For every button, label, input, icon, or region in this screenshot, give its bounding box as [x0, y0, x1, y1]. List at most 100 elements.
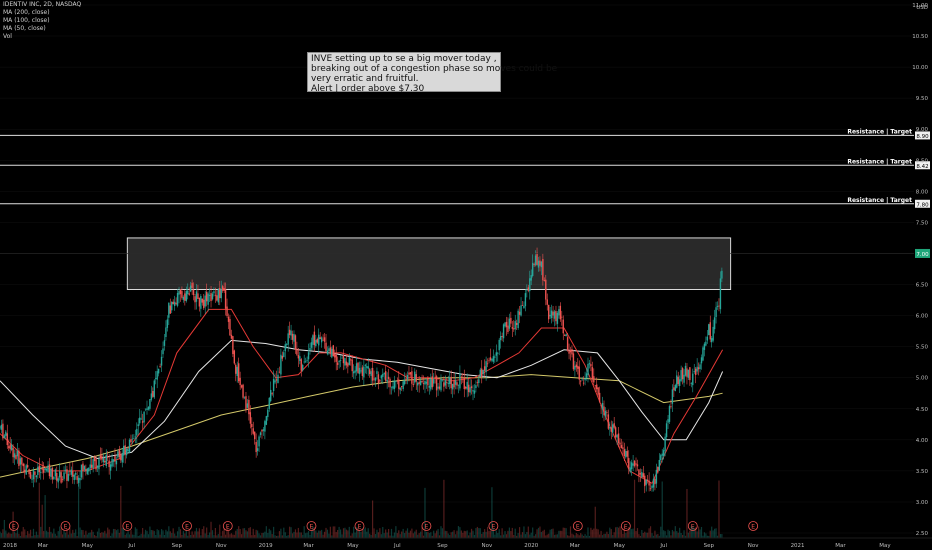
candle-body [366, 366, 368, 368]
candle-body [537, 260, 540, 268]
volume-bar [371, 500, 374, 538]
candle-body [630, 462, 633, 470]
candle-body [82, 463, 84, 472]
volume-bar [409, 530, 412, 538]
volume-bar [428, 533, 430, 538]
legend-ma100[interactable]: MA (100, close) [3, 17, 81, 25]
volume-bar [18, 533, 20, 538]
candle-body [22, 463, 24, 467]
candle-body [441, 379, 444, 381]
candle-body [111, 458, 113, 467]
y-tick-label: 9.50 [916, 96, 929, 102]
candle-body [629, 467, 631, 472]
candle-body [227, 316, 230, 322]
volume-bar [559, 530, 561, 538]
candle-body [555, 311, 557, 322]
volume-bar [172, 528, 174, 538]
candle-body [163, 340, 166, 346]
candle-body [86, 468, 89, 474]
candle-body [339, 360, 342, 361]
volume-bar [562, 527, 564, 538]
y-tick-label: 10.00 [912, 65, 928, 71]
candle-body [118, 449, 121, 458]
volume-bar [342, 528, 345, 538]
volume-bar [136, 528, 138, 538]
candle-body [160, 356, 163, 366]
volume-bar [379, 528, 381, 538]
volume-bar [363, 528, 365, 538]
candle-body [213, 291, 215, 294]
candle-body [481, 368, 483, 377]
volume-bar [195, 527, 198, 538]
candle-body [175, 302, 177, 305]
candle-body [347, 363, 349, 367]
volume-bar [502, 534, 505, 538]
x-axis[interactable]: 2018 Mar May Jul Sep Nov 2019 Mar May Jul Sep Nov 20… [0, 537, 932, 549]
volume-bar [524, 534, 527, 538]
candle-body [396, 380, 399, 382]
volume-bar [673, 531, 675, 538]
volume-bar [657, 534, 659, 538]
volume-bar [393, 532, 396, 538]
volume-bar [377, 532, 380, 538]
candle-body [697, 367, 700, 370]
volume-bar [610, 529, 612, 538]
candle-body [646, 479, 649, 482]
volume-bar [564, 527, 566, 538]
volume-bar [456, 530, 458, 538]
volume-bar [401, 531, 403, 538]
volume-bar [59, 526, 61, 538]
candle-body [453, 380, 455, 388]
candle-body [166, 319, 169, 328]
volume-bar [44, 495, 46, 538]
volume-bar [118, 532, 120, 538]
volume-bar [721, 534, 723, 538]
volume-bar [341, 534, 343, 538]
volume-bar [587, 527, 589, 538]
volume-bar [572, 534, 575, 538]
legend-ma200[interactable]: MA (200, close) [3, 9, 81, 17]
volume-bar [101, 532, 103, 538]
x-tick-label: Jul [127, 543, 135, 549]
volume-bar [683, 530, 685, 538]
candle-body [620, 445, 623, 449]
candle-body [320, 337, 323, 343]
candle-body [703, 343, 706, 350]
candle-body [357, 362, 359, 374]
volume-bar [210, 521, 212, 538]
legend-ma50[interactable]: MA (50, close) [3, 25, 81, 33]
candle-body [607, 414, 610, 429]
volume-bar [108, 529, 110, 538]
candle-body [626, 451, 628, 457]
candle-body [197, 293, 199, 299]
candle-body [133, 438, 135, 440]
volume-bar [667, 529, 669, 538]
earnings-markers[interactable]: EEEEEEEEEEEEE [8, 521, 759, 531]
volume-bar [478, 528, 480, 538]
candle-body [313, 331, 316, 346]
candle-body [89, 464, 91, 469]
x-tick-label: May [614, 543, 626, 549]
legend-vol[interactable]: Vol [3, 33, 81, 41]
volume-bar [179, 529, 182, 538]
volume-bar [680, 532, 682, 538]
candle-body [390, 386, 393, 388]
candle-body [26, 465, 29, 468]
candle-body [194, 296, 196, 303]
candle-body [332, 345, 334, 357]
symbol-title[interactable]: IDENTIV INC, 2D, NASDAQ [3, 1, 81, 9]
candle-body [315, 340, 317, 347]
candle-body [687, 369, 690, 378]
candle-body [284, 344, 286, 352]
candle-body [521, 305, 524, 306]
candle-body [211, 293, 214, 300]
volume-bar [619, 526, 621, 538]
annotation-note[interactable]: INVE setting up to se a big mover today … [307, 52, 557, 94]
candle-body [296, 348, 298, 355]
volume-bar [622, 533, 624, 538]
candle-body [323, 337, 326, 342]
candle-body [402, 381, 404, 390]
indicator-legend[interactable]: IDENTIV INC, 2D, NASDAQ MA (200, close) … [3, 1, 81, 41]
volume-bar [206, 527, 208, 538]
volume-bar [268, 528, 270, 538]
